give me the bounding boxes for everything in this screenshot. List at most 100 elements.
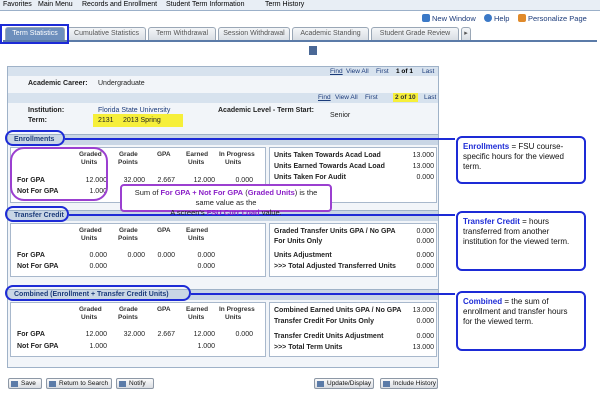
level-value: Senior	[330, 112, 351, 119]
last-link[interactable]: Last	[424, 94, 436, 101]
note-text: value.	[259, 208, 282, 217]
tab-academic-standing[interactable]: Academic Standing	[292, 27, 369, 40]
tab-session-withdrawal[interactable]: Session Withdrawal	[218, 27, 290, 40]
personalize-page-link[interactable]: Personalize Page	[528, 14, 587, 23]
combined-label: >>> Total Term Units	[274, 344, 343, 351]
term-desc: 2013 Spring	[123, 117, 161, 124]
cell: 0.000	[89, 252, 107, 259]
row-label: For GPA	[17, 252, 45, 259]
breadcrumb-student-term[interactable]: Student Term Information	[166, 1, 244, 8]
combined-value: 0.000	[416, 333, 434, 340]
cell: 0.000	[235, 177, 253, 184]
col-graded: Graded	[79, 306, 102, 313]
notify-button[interactable]: Notify	[116, 378, 154, 389]
col-points: Points	[118, 314, 138, 321]
col-grade: Grade	[119, 227, 138, 234]
combined-value: 0.000	[416, 318, 434, 325]
row-label: Not For GPA	[17, 263, 59, 270]
transfer-label: Graded Transfer Units GPA / No GPA	[274, 228, 396, 235]
tab-cumulative-statistics[interactable]: Cumulative Statistics	[67, 27, 146, 40]
note-emphasis: For GPA + Not For GPA	[160, 188, 244, 197]
transfer-callout: Transfer Credit = hours transferred from…	[456, 211, 586, 271]
update-display-button[interactable]: Update/Display	[314, 378, 374, 389]
career-label: Academic Career:	[28, 80, 88, 87]
transfer-value: 0.000	[416, 252, 434, 259]
include-history-button[interactable]: Include History	[380, 378, 438, 389]
note-text: A screen's	[170, 208, 207, 217]
view-all-link[interactable]: View All	[335, 94, 358, 101]
col-points: Points	[118, 235, 138, 242]
career-value: Undergraduate	[98, 80, 145, 87]
find-link[interactable]: Find	[318, 94, 331, 101]
cell: 12.000	[193, 331, 215, 338]
org-chart-icon[interactable]	[309, 46, 317, 55]
active-tab-highlight	[0, 24, 69, 44]
history-label: Include History	[393, 380, 436, 387]
main-menu[interactable]: Main Menu	[38, 1, 73, 8]
col-units: Units	[188, 314, 205, 321]
tab-scroll-right-icon[interactable]: ▸	[461, 27, 471, 40]
view-all-link[interactable]: View All	[346, 68, 369, 75]
enrollments-callout: Enrollments = FSU course-specific hours …	[456, 136, 586, 184]
cell: 1.000	[89, 343, 107, 350]
load-value: 13.000	[412, 152, 434, 159]
transfer-value: 0.000	[416, 238, 434, 245]
new-window-icon	[422, 14, 430, 22]
return-icon	[49, 381, 56, 387]
combined-label: Transfer Credit Units Adjustment	[274, 333, 384, 340]
top-menu-bar: Favorites Main Menu Records and Enrollme…	[0, 0, 600, 11]
first-link[interactable]: First	[376, 68, 389, 75]
col-earned: Earned	[186, 151, 209, 158]
save-label: Save	[21, 380, 36, 387]
col-units: Units	[81, 235, 98, 242]
first-link[interactable]: First	[365, 94, 378, 101]
col-units: Units	[188, 159, 205, 166]
col-graded: Graded	[79, 227, 102, 234]
cell: 1.000	[197, 343, 215, 350]
enrollments-arrow	[65, 138, 455, 140]
col-gpa: GPA	[157, 151, 171, 158]
find-link[interactable]: Find	[330, 68, 343, 75]
last-link[interactable]: Last	[422, 68, 434, 75]
new-window-link[interactable]: New Window	[432, 14, 476, 23]
term-nav-bar: Find View All First 2 of 10 Last	[8, 93, 438, 103]
return-label: Return to Search	[59, 380, 109, 387]
tab-student-grade-review[interactable]: Student Grade Review	[371, 27, 459, 40]
col-grade: Grade	[119, 151, 138, 158]
tab-term-withdrawal[interactable]: Term Withdrawal	[148, 27, 216, 40]
notify-label: Notify	[129, 380, 146, 387]
page-toolbar: New Window Help Personalize Page	[0, 11, 600, 25]
term-label: Term:	[28, 117, 47, 124]
return-to-search-button[interactable]: Return to Search	[46, 378, 112, 389]
refresh-icon	[317, 381, 324, 387]
breadcrumb-term-history[interactable]: Term History	[265, 1, 304, 8]
transfer-oval	[5, 206, 69, 222]
cell: 12.000	[193, 177, 215, 184]
note-text: Sum of	[134, 188, 161, 197]
cell: 0.000	[127, 252, 145, 259]
combined-grid: Graded Units Grade Points GPA Earned Uni…	[10, 302, 266, 357]
graded-units-highlight	[10, 147, 108, 201]
transfer-value: 0.000	[416, 228, 434, 235]
save-button[interactable]: Save	[8, 378, 42, 389]
callout-title: Transfer Credit	[463, 217, 520, 226]
col-units: Units	[225, 314, 242, 321]
combined-label: Combined Earned Units GPA / No GPA	[274, 307, 402, 314]
combined-arrow	[191, 293, 455, 295]
help-link[interactable]: Help	[494, 14, 509, 23]
breadcrumb-records[interactable]: Records and Enrollment	[82, 1, 157, 8]
cell: 0.000	[89, 263, 107, 270]
col-gpa: GPA	[157, 227, 171, 234]
combined-callout: Combined = the sum of enrollment and tra…	[456, 291, 586, 351]
combined-oval	[5, 285, 191, 301]
callout-title: Combined	[463, 297, 503, 306]
career-nav-bar: Find View All First 1 of 1 Last	[8, 67, 438, 76]
combined-label: Transfer Credit For Units Only	[274, 318, 374, 325]
institution-label: Institution:	[28, 107, 65, 114]
cell: 0.000	[235, 331, 253, 338]
col-inprogress: In Progress	[219, 151, 255, 158]
col-units: Units	[225, 159, 242, 166]
favorites-menu[interactable]: Favorites	[3, 1, 32, 8]
update-label: Update/Display	[327, 380, 372, 387]
load-label: Units Taken Towards Acad Load	[274, 152, 381, 159]
